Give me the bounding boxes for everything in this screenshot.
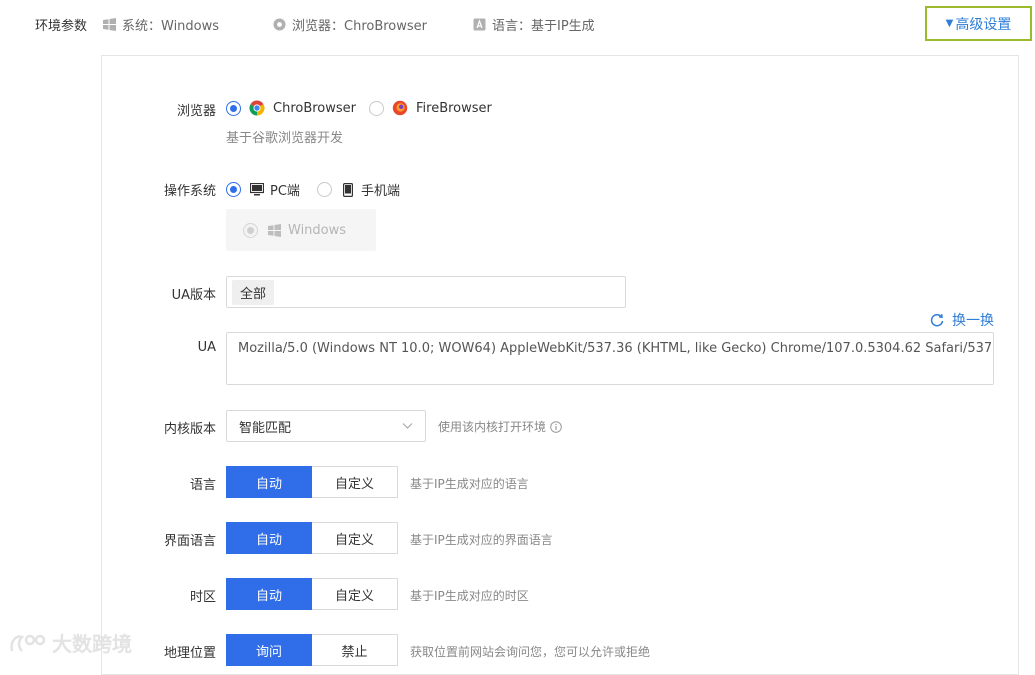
timezone-auto-button[interactable]: 自动 [226,578,312,610]
browser-option-chro[interactable]: ChroBrowser [226,100,356,116]
summary-os: 系统：Windows [102,15,219,34]
kernel-hint-text: 使用该内核打开环境 [438,420,547,434]
ua-label: UA [197,340,216,355]
ui-language-custom-button[interactable]: 自定义 [312,522,398,554]
radio-unchecked-icon [369,100,384,116]
caret-down-icon: ▼ [945,18,954,29]
os-option-mobile[interactable]: 手机端 [317,180,400,199]
summary-os-text: 系统：Windows [122,19,220,34]
os-option-pc[interactable]: PC端 [226,180,300,199]
windows-icon [266,222,282,238]
radio-unchecked-icon [317,182,332,197]
ui-language-label: 界面语言 [163,534,216,549]
summary-language: 语言：基于IP生成 [472,15,595,34]
env-params-bar: 环境参数 系统：Windows 浏览器：ChroBrowser 语言：基于IP生… [0,0,1035,46]
monitor-icon [249,182,265,198]
firefox-icon [392,100,408,116]
info-icon[interactable] [550,420,562,433]
ui-language-hint: 基于IP生成对应的界面语言 [410,533,553,547]
kernel-label: 内核版本 [163,422,216,437]
timezone-custom-button[interactable]: 自定义 [312,578,398,610]
language-hint: 基于IP生成对应的语言 [410,477,529,491]
geo-block-button[interactable]: 禁止 [312,634,398,666]
summary-language-text: 语言：基于IP生成 [492,19,595,34]
language-icon [472,18,486,32]
browser-hint: 基于谷歌浏览器开发 [226,131,344,146]
browser-label: 浏览器 [176,104,216,119]
os-option-pc-label: PC端 [270,184,300,199]
timezone-hint: 基于IP生成对应的时区 [410,589,529,603]
geo-ask-button[interactable]: 询问 [226,634,312,666]
watermark-text: 大数跨境 [52,632,132,656]
watermark: 大数跨境 [8,628,132,657]
ui-language-toggle: 自动 自定义 [226,522,398,554]
browser-option-chro-label: ChroBrowser [273,100,357,116]
radio-disabled-icon [243,222,258,238]
refresh-icon [929,312,945,328]
ua-refresh-label: 换一换 [952,313,994,329]
os-label: 操作系统 [163,184,216,199]
env-params-title: 环境参数 [35,19,88,34]
timezone-toggle: 自动 自定义 [226,578,398,610]
chevron-down-icon [402,420,413,435]
os-option-mobile-label: 手机端 [361,184,401,199]
ua-version-select[interactable]: 全部 [226,276,626,308]
ua-version-tag: 全部 [232,279,275,305]
watermark-logo-icon [8,631,48,655]
language-auto-button[interactable]: 自动 [226,466,312,498]
chrome-icon [249,100,265,116]
ui-language-auto-button[interactable]: 自动 [226,522,312,554]
windows-icon [102,18,116,32]
summary-browser-text: 浏览器：ChroBrowser [292,19,428,34]
ua-version-label: UA版本 [171,288,216,303]
timezone-label: 时区 [189,590,216,605]
language-custom-button[interactable]: 自定义 [312,466,398,498]
os-sub-option-windows[interactable]: Windows [226,209,376,251]
browser-option-fire-label: FireBrowser [416,100,492,116]
language-toggle: 自动 自定义 [226,466,398,498]
advanced-settings-toggle[interactable]: ▼ 高级设置 [925,6,1032,41]
browser-icon [272,18,286,32]
ua-textarea[interactable]: Mozilla/5.0 (Windows NT 10.0; WOW64) App… [226,332,994,385]
mobile-phone-icon [340,182,356,198]
geo-hint: 获取位置前网站会询问您，您可以允许或拒绝 [410,645,651,659]
os-sub-option-label: Windows [288,222,347,238]
browser-option-fire[interactable]: FireBrowser [369,100,492,116]
kernel-select[interactable]: 智能匹配 [226,410,426,442]
radio-checked-icon [226,100,241,116]
summary-browser: 浏览器：ChroBrowser [272,15,427,34]
advanced-settings-label: 高级设置 [955,16,1012,33]
language-label: 语言 [189,478,216,493]
ua-refresh-button[interactable]: 换一换 [929,310,994,330]
kernel-select-value: 智能匹配 [239,420,292,436]
kernel-hint: 使用该内核打开环境 [438,418,570,435]
radio-checked-icon [226,182,241,197]
geo-toggle: 询问 禁止 [226,634,398,666]
